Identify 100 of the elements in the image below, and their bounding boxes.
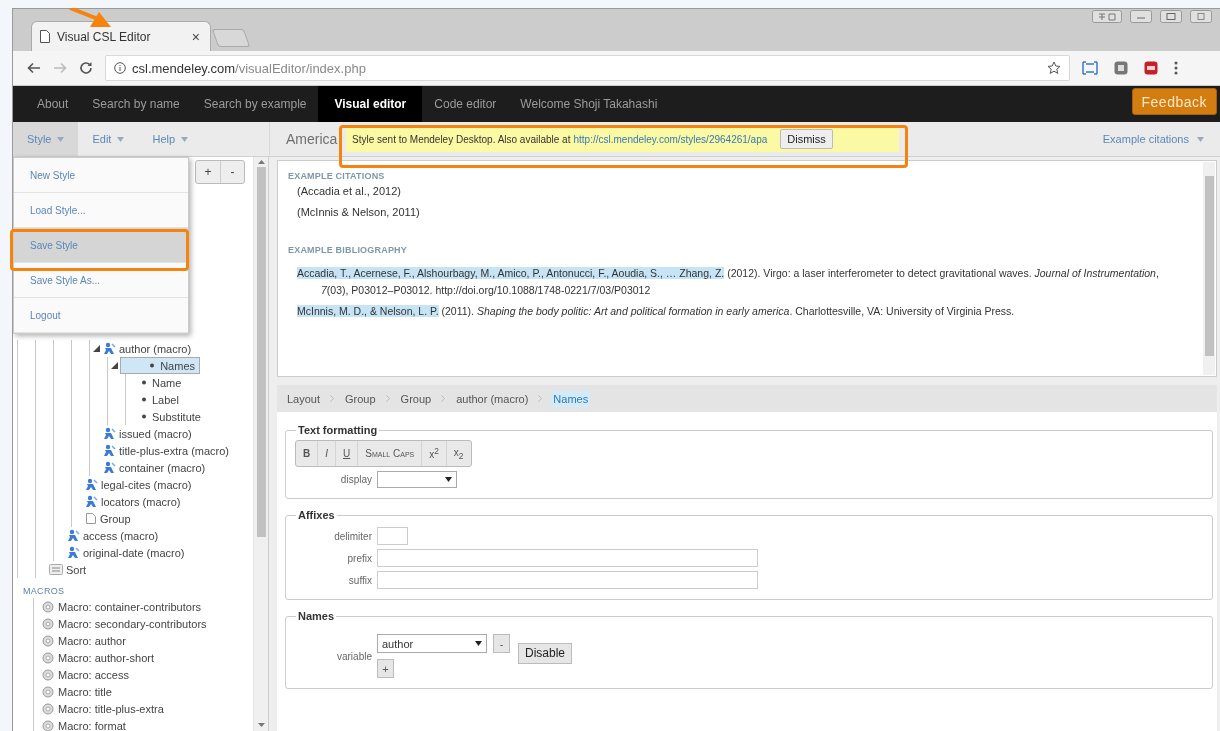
disc-icon [42,668,54,681]
info-icon [114,62,126,74]
minimize-icon[interactable] [1130,10,1152,23]
chevron-icon [441,395,447,402]
add-button[interactable]: + [377,659,394,678]
person-icon [103,461,116,474]
macro-item[interactable]: Macro: container-contributors [58,600,202,613]
breadcrumb-link[interactable]: Group [398,390,434,407]
welcome-text: Welcome Shoji Takahashi [519,96,659,113]
tree-item[interactable]: legal-cites (macro) [84,476,195,493]
caret-icon [57,136,65,142]
tree-button[interactable]: - [220,161,244,183]
menu-item[interactable]: New Style [14,158,188,193]
tree-item[interactable]: issued (macro) [102,425,195,442]
disc-icon [42,702,54,715]
macro-item[interactable]: Macro: title-plus-extra [58,702,164,715]
nav-link[interactable]: About [25,86,81,122]
macro-item[interactable]: Macro: format [58,719,126,731]
section-title: Affixes [297,509,336,521]
tree-item[interactable]: locators (macro) [84,493,184,510]
breadcrumb-link[interactable]: Names [551,390,591,407]
person-icon [85,495,98,508]
format-button[interactable]: x$^{2}$ [422,441,447,466]
caret-icon [445,477,452,482]
tree-item[interactable]: Sort [48,561,90,578]
variable-select[interactable]: author [377,634,487,653]
reload-icon[interactable] [79,61,93,75]
macro-item[interactable]: Macro: title [58,685,112,698]
tree-item[interactable]: author (macro) [102,340,195,357]
citation-text: (McInnis & Nelson, 2011) [297,205,421,220]
format-button[interactable]: U [336,441,359,466]
disc-icon [42,685,54,698]
person-icon [67,546,80,559]
tree-item[interactable]: Group [84,510,134,527]
tree-item[interactable]: Name [138,374,185,391]
disc-icon [42,634,54,647]
disc-icon [42,617,54,630]
macro-item[interactable]: Macro: author [58,634,126,647]
caret-icon [117,136,125,142]
address-field[interactable]: csl.mendeley.com/visualEditor/index.php [105,55,1070,81]
field-label: suffix [347,574,372,586]
close-icon[interactable] [1190,10,1212,23]
tree-item[interactable]: original-date (macro) [66,544,188,561]
breadcrumb-link[interactable]: Group [343,390,378,407]
tree-item[interactable]: title-plus-extra (macro) [102,442,233,459]
format-button[interactable]: x$_{2}$ [446,441,471,466]
disc-icon [42,651,54,664]
dismiss-button[interactable]: Dismiss [780,129,833,149]
macro-item[interactable]: Macro: secondary-contributors [58,617,207,630]
extension-icon[interactable] [1144,61,1158,75]
menu-icon[interactable] [1174,61,1178,75]
tree-item[interactable]: container (macro) [102,459,209,476]
section-heading: EXAMPLE CITATIONS [288,171,386,181]
format-button[interactable]: B [296,441,319,466]
style-link[interactable]: http://csl.mendeley.com/styles/2964261/apa [573,133,768,145]
chevron-icon [330,395,336,402]
tree-item[interactable]: Label [138,391,182,408]
frame-icon[interactable] [1082,61,1098,75]
star-icon[interactable] [1047,61,1061,75]
menu-item[interactable]: Logout [14,298,188,333]
text-field[interactable] [377,549,758,567]
back-arrow-icon[interactable] [27,62,41,74]
person-icon [85,478,98,491]
macro-item[interactable]: Macro: access [58,668,129,681]
nav-link[interactable]: Search by name [80,86,192,122]
close-button[interactable]: × [189,28,202,45]
display-select[interactable] [377,471,457,488]
extension-icon[interactable] [1114,61,1128,75]
caret-icon [475,641,482,646]
text-field[interactable] [377,571,758,589]
disc-icon [42,600,54,613]
macro-item[interactable]: Macro: author-short [58,651,154,664]
nav-link[interactable]: Search by example [191,86,319,122]
breadcrumb-link[interactable]: Layout [285,390,323,407]
format-button[interactable]: I [318,441,336,466]
format-button[interactable]: Small Caps [358,441,423,466]
person-icon [103,444,116,457]
tree-button[interactable]: + [196,161,220,183]
text-field[interactable] [377,527,408,545]
menu-item[interactable]: Save Style As... [14,263,188,298]
bibliography-entry: McInnis, M. D., & Nelson, L. P. (2011). Shaping the body politic: Art and political formation in early america. Charlottesville, VA: University of Virginia Press. [297,304,1016,319]
disable-button[interactable]: Disable [518,642,573,664]
browser-tab[interactable]: Visual CSL Editor × [31,21,211,51]
tree-item[interactable]: Substitute [138,408,204,425]
caret-icon [1197,136,1204,142]
nav-link[interactable]: Code editor [422,86,509,122]
person-icon [67,529,80,542]
scroll-down-icon [257,723,265,727]
chevron-icon [385,395,391,402]
person-icon [103,342,116,355]
tree-item[interactable]: Names [120,357,200,374]
tree-item[interactable]: access (macro) [66,527,162,544]
nav-link[interactable]: Visual editor [318,86,423,122]
breadcrumb-link[interactable]: author (macro) [454,390,531,407]
maximize-icon[interactable] [1160,10,1182,23]
list-icon [49,564,63,575]
remove-button[interactable]: - [493,634,510,653]
caret-icon[interactable] [110,362,118,369]
caret-icon[interactable] [92,345,100,352]
field-label: variable [335,650,372,662]
